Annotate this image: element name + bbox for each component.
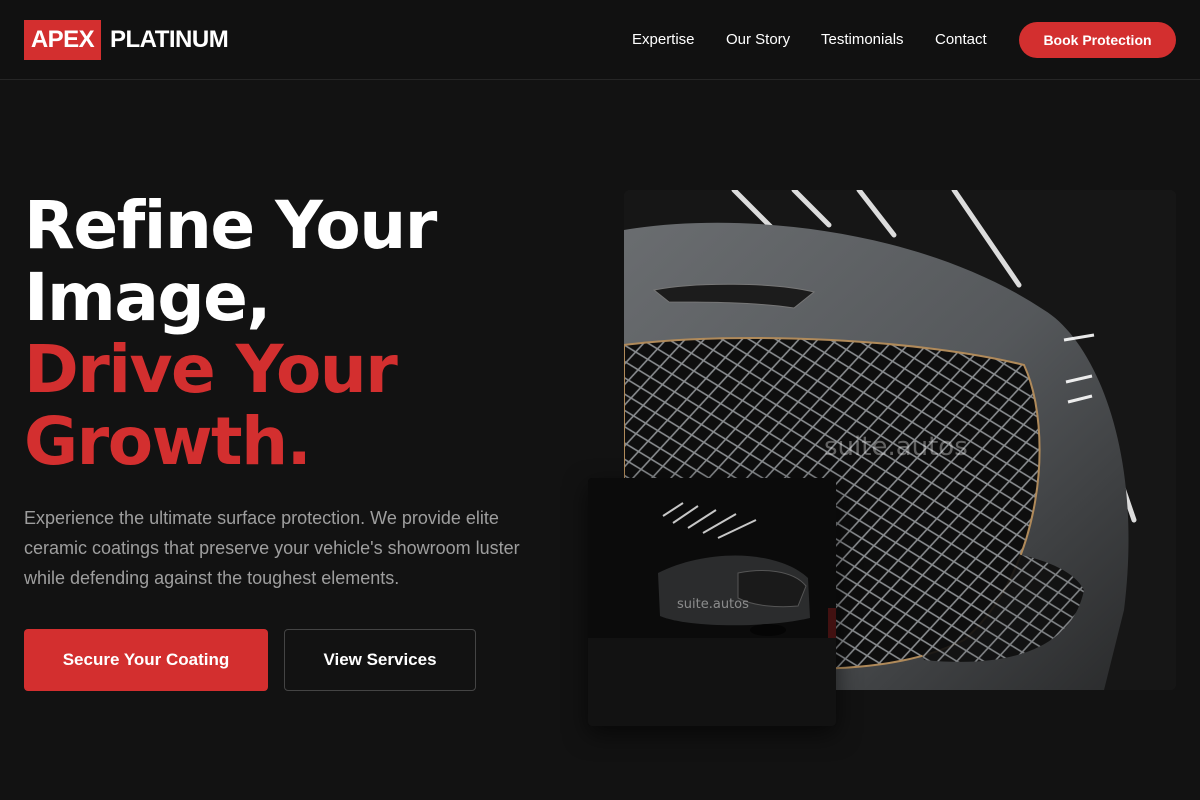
hero-description: Experience the ultimate surface protecti… bbox=[24, 508, 520, 588]
secondary-car-image: suite.autos bbox=[588, 478, 836, 726]
logo-badge[interactable]: APEX bbox=[24, 20, 101, 60]
nav-link-expertise[interactable]: Expertise bbox=[632, 30, 695, 50]
image-watermark: suite.autos bbox=[677, 597, 749, 612]
nav-link-our-story[interactable]: Our Story bbox=[726, 30, 790, 50]
site-header: APEX PLATINUM Expertise Our Story Testim… bbox=[0, 0, 1200, 80]
secure-coating-button[interactable]: Secure Your Coating bbox=[24, 629, 268, 691]
hero-title-line: Image, bbox=[24, 259, 271, 336]
logo-wordmark[interactable]: PLATINUM bbox=[110, 26, 229, 54]
nav-link-contact[interactable]: Contact bbox=[935, 30, 987, 50]
nav-link-testimonials[interactable]: Testimonials bbox=[821, 30, 904, 50]
hero-title: Refine Your Image, Drive Your Growth. bbox=[24, 190, 584, 478]
image-watermark: suite.autos bbox=[824, 432, 968, 462]
car-garage-illustration: suite.autos bbox=[588, 478, 836, 726]
hero-title-line: Refine Your bbox=[24, 187, 437, 264]
book-protection-button[interactable]: Book Protection bbox=[1019, 22, 1176, 58]
view-services-button[interactable]: View Services bbox=[284, 629, 476, 691]
hero-title-accent-line: Growth. bbox=[24, 403, 312, 480]
hero-title-accent-line: Drive Your bbox=[24, 331, 398, 408]
